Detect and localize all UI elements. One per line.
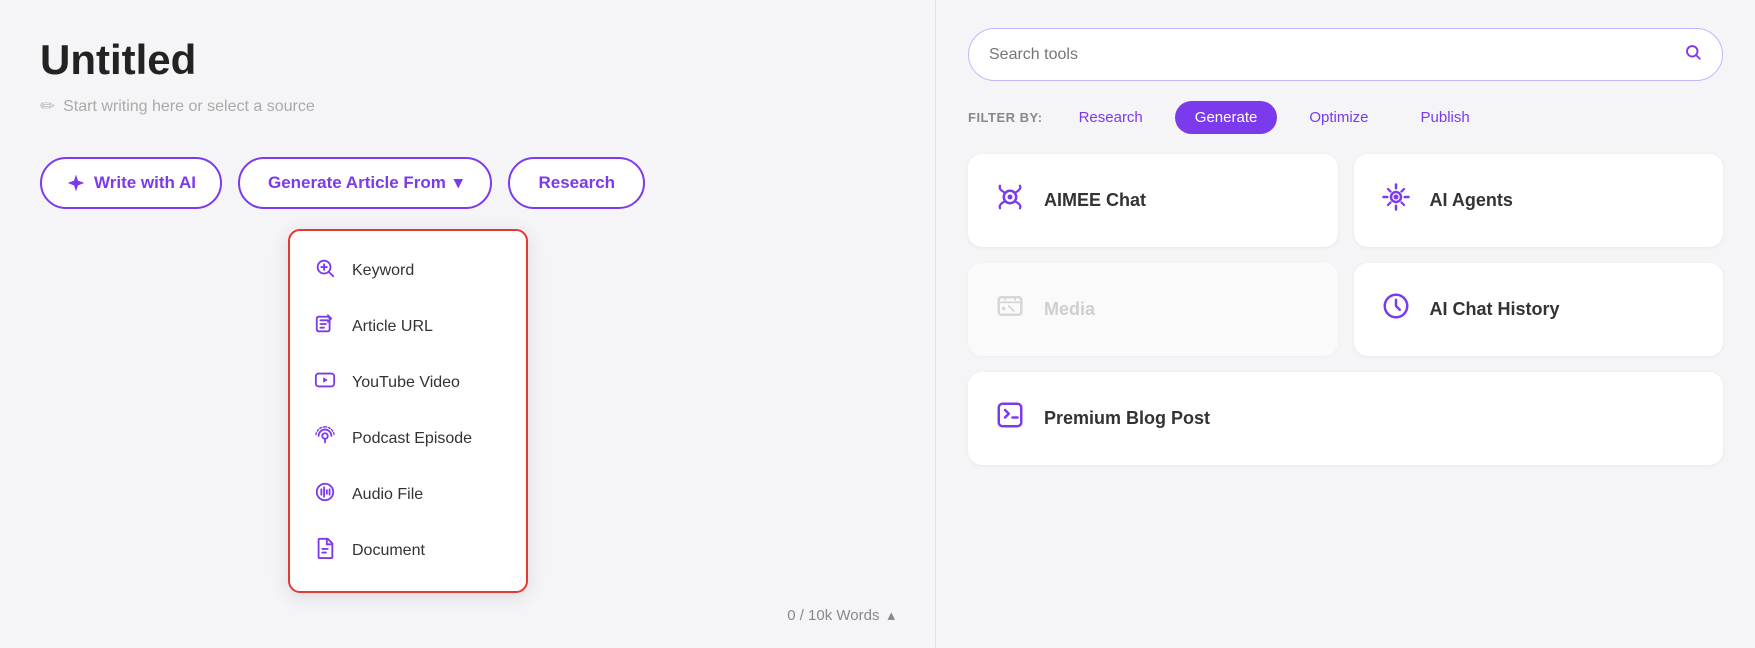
left-panel: Untitled ✏ Start writing here or select … — [0, 0, 935, 648]
tool-card-media: Media — [968, 263, 1338, 356]
premium-blog-post-icon — [992, 400, 1028, 437]
dropdown-item-podcast[interactable]: Podcast Episode — [290, 411, 526, 467]
ai-chat-history-icon — [1378, 291, 1414, 328]
dropdown-podcast-label: Podcast Episode — [352, 430, 472, 448]
aimee-chat-label: AIMEE Chat — [1044, 190, 1146, 211]
write-with-ai-button[interactable]: Write with AI — [40, 157, 222, 209]
action-buttons: Write with AI Generate Article From ▾ Re… — [40, 157, 895, 209]
tool-card-ai-chat-history[interactable]: AI Chat History — [1354, 263, 1724, 356]
generate-dropdown-menu: Keyword Article URL — [288, 229, 528, 593]
audio-icon — [312, 481, 338, 509]
generate-article-button[interactable]: Generate Article From ▾ — [238, 157, 492, 209]
dropdown-item-youtube[interactable]: YouTube Video — [290, 355, 526, 411]
filter-optimize[interactable]: Optimize — [1289, 101, 1388, 134]
premium-blog-post-label: Premium Blog Post — [1044, 408, 1210, 429]
media-label: Media — [1044, 299, 1095, 320]
word-count: 0 / 10k Words ▴ — [787, 606, 895, 624]
tool-card-aimee-chat[interactable]: AIMEE Chat — [968, 154, 1338, 247]
dropdown-item-audio[interactable]: Audio File — [290, 467, 526, 523]
article-url-icon — [312, 313, 338, 341]
search-bar[interactable] — [968, 28, 1723, 81]
filter-label: FILTER BY: — [968, 110, 1043, 125]
dropdown-item-article-url[interactable]: Article URL — [290, 299, 526, 355]
dropdown-youtube-label: YouTube Video — [352, 374, 460, 392]
subtitle-row: ✏ Start writing here or select a source — [40, 96, 895, 117]
dropdown-item-document[interactable]: Document — [290, 523, 526, 579]
filter-generate[interactable]: Generate — [1175, 101, 1278, 134]
keyword-icon — [312, 257, 338, 285]
dropdown-item-keyword[interactable]: Keyword — [290, 243, 526, 299]
word-count-text: 0 / 10k Words — [787, 607, 879, 624]
tool-card-ai-agents[interactable]: AI Agents — [1354, 154, 1724, 247]
dropdown-keyword-label: Keyword — [352, 262, 414, 280]
dropdown-article-url-label: Article URL — [352, 318, 433, 336]
dropdown-document-label: Document — [352, 542, 425, 560]
search-input[interactable] — [989, 46, 1674, 64]
tools-grid: AIMEE Chat AI Agents — [968, 154, 1723, 465]
media-icon — [992, 291, 1028, 328]
subtitle-text: Start writing here or select a source — [63, 98, 315, 116]
sparkle-icon — [66, 173, 86, 193]
aimee-chat-icon — [992, 182, 1028, 219]
filter-publish[interactable]: Publish — [1401, 101, 1490, 134]
chevron-down-icon: ▾ — [454, 173, 463, 193]
pencil-icon: ✏ — [40, 96, 55, 117]
page-title: Untitled — [40, 36, 895, 84]
ai-agents-label: AI Agents — [1430, 190, 1513, 211]
youtube-icon — [312, 369, 338, 397]
podcast-icon — [312, 425, 338, 453]
search-icon — [1684, 43, 1702, 66]
filter-section: FILTER BY: Research Generate Optimize Pu… — [968, 101, 1723, 134]
document-icon — [312, 537, 338, 565]
ai-chat-history-label: AI Chat History — [1430, 299, 1560, 320]
right-panel: FILTER BY: Research Generate Optimize Pu… — [935, 0, 1755, 648]
dropdown-audio-label: Audio File — [352, 486, 423, 504]
research-button[interactable]: Research — [508, 157, 645, 209]
chevron-up-icon: ▴ — [887, 606, 895, 624]
filter-research[interactable]: Research — [1059, 101, 1163, 134]
ai-agents-icon — [1378, 182, 1414, 219]
tool-card-premium-blog-post[interactable]: Premium Blog Post — [968, 372, 1723, 465]
